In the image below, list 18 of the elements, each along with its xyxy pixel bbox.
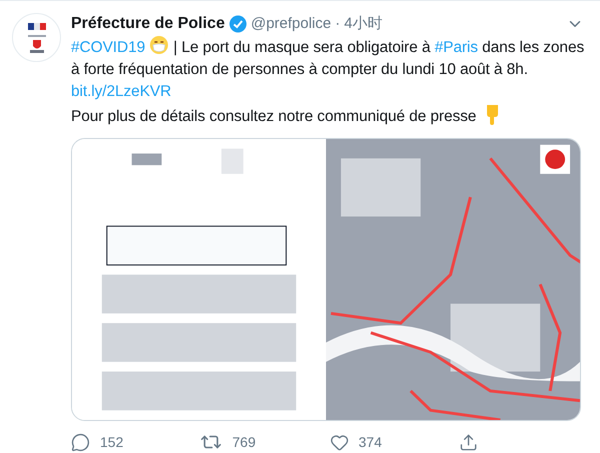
reply-icon[interactable] [71,432,90,452]
action-count: 374 [358,432,382,452]
author-name[interactable]: Préfecture de Police [71,12,225,36]
hashtag-link[interactable]: #Paris [434,39,478,56]
logo-icon [26,20,48,54]
avatar[interactable] [12,13,61,62]
separator-dot: · [335,14,340,34]
author-handle[interactable]: @prefpolice [250,12,332,36]
hashtag-link[interactable]: #COVID19 [71,39,146,56]
action-count: 152 [100,432,124,452]
tweet-time[interactable]: 4小时 [344,12,382,36]
tweet-text: Pour plus de détails consultez notre communiqué de presse [71,103,589,128]
action-count: 769 [232,432,256,452]
share-icon[interactable] [458,432,478,452]
masked-face-icon [149,35,170,55]
url-link[interactable]: bit.ly/2LzeKVR [71,83,172,100]
tweet-text: #COVID19 | Le port du masque sera obligatoire à #Paris dans les zones à forte fréquentation de personnes à compter du lundi 10 août à 8h. [71,35,589,81]
like-icon[interactable] [330,432,348,452]
